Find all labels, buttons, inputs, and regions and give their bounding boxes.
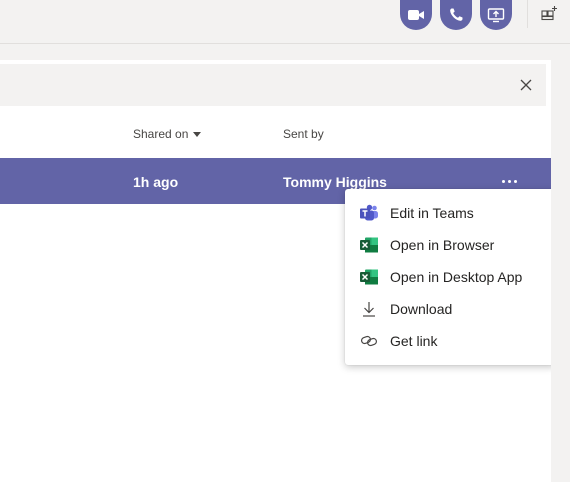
screen-share-icon: [487, 8, 505, 23]
scrollbar[interactable]: [551, 44, 570, 482]
audio-call-button[interactable]: [440, 0, 472, 30]
menu-item-label: Get link: [390, 333, 438, 349]
menu-item-get-link[interactable]: Get link: [345, 325, 556, 357]
add-people-button[interactable]: [538, 2, 560, 24]
search-bar[interactable]: [0, 64, 546, 106]
menu-item-open-in-desktop-app[interactable]: Open in Desktop App: [345, 261, 556, 293]
top-bar: [0, 0, 570, 44]
share-screen-button[interactable]: [480, 0, 512, 30]
more-options-icon: [501, 179, 505, 183]
column-header-sent-by[interactable]: Sent by: [283, 127, 324, 141]
column-header-shared-on[interactable]: Shared on: [133, 127, 202, 141]
download-icon: [358, 299, 380, 319]
menu-item-label: Open in Browser: [390, 237, 495, 253]
sent-by-cell: Tommy Higgins: [283, 174, 387, 190]
close-search-button[interactable]: [515, 74, 537, 96]
menu-item-edit-in-teams[interactable]: Edit in Teams: [345, 197, 556, 229]
link-icon: [358, 331, 380, 351]
phone-icon: [450, 8, 463, 21]
menu-item-open-in-browser[interactable]: Open in Browser: [345, 229, 556, 261]
close-icon: [520, 79, 532, 91]
add-people-icon: [541, 6, 557, 21]
more-options-button[interactable]: [497, 172, 521, 190]
video-call-button[interactable]: [400, 0, 432, 30]
excel-icon: [358, 267, 380, 287]
column-header-label: Sent by: [283, 127, 324, 141]
column-header-label: Shared on: [133, 127, 189, 141]
menu-item-label: Edit in Teams: [390, 205, 474, 221]
menu-item-download[interactable]: Download: [345, 293, 556, 325]
menu-item-label: Open in Desktop App: [390, 269, 523, 285]
teams-icon: [358, 203, 380, 223]
excel-icon: [358, 235, 380, 255]
menu-item-label: Download: [390, 301, 453, 317]
file-context-menu: Edit in Teams Open in Browser Open in De…: [345, 189, 556, 365]
shared-on-cell: 1h ago: [133, 174, 179, 190]
video-camera-icon: [408, 10, 424, 20]
sort-caret-icon: [193, 131, 202, 137]
toolbar-divider: [527, 0, 528, 28]
